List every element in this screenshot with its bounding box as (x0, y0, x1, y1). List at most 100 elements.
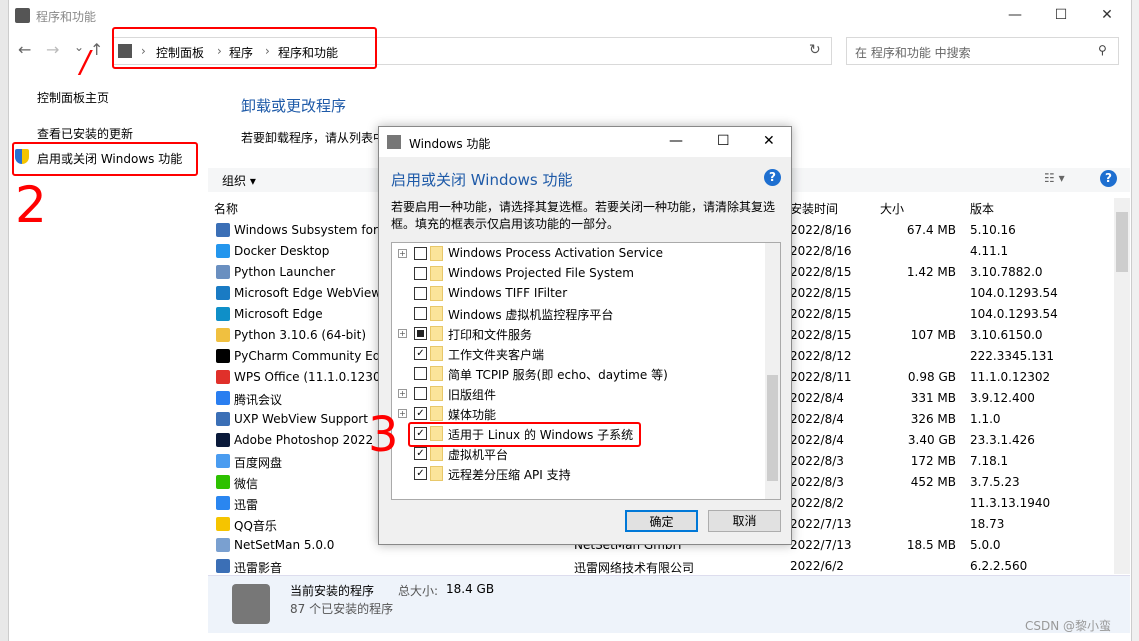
list-scrollbar[interactable] (1114, 198, 1130, 574)
dialog-close-button[interactable]: ✕ (763, 133, 775, 149)
feature-label: Windows Process Activation Service (448, 246, 663, 260)
folder-icon (430, 326, 443, 341)
feature-item[interactable]: + Windows Process Activation Service (392, 244, 762, 264)
folder-icon (430, 386, 443, 401)
app-icon (216, 307, 230, 321)
expand-icon[interactable]: + (398, 249, 407, 258)
app-version: 23.3.1.426 (970, 433, 1035, 447)
close-button[interactable]: ✕ (1084, 0, 1130, 30)
sidebar-item-updates[interactable]: 查看已安装的更新 (37, 125, 133, 142)
app-icon (216, 496, 230, 510)
feature-label: 虚拟机平台 (448, 448, 509, 462)
feature-checkbox[interactable]: ✓ (414, 467, 427, 480)
dialog-minimize-button[interactable]: — (669, 133, 683, 149)
status-bar: 当前安装的程序 总大小: 18.4 GB 87 个已安装的程序 (208, 575, 1130, 633)
watermark: CSDN @黎小蛮 (1025, 619, 1112, 633)
program-count: 87 个已安装的程序 (290, 602, 394, 616)
app-size: 0.98 GB (907, 370, 956, 384)
sidebar-item-home[interactable]: 控制面板主页 (37, 89, 109, 106)
windows-features-dialog: Windows 功能 — ☐ ✕ 启用或关闭 Windows 功能 ? 若要启用… (378, 126, 792, 545)
app-version: 4.11.1 (970, 244, 1009, 258)
dialog-help-icon[interactable]: ? (764, 169, 781, 186)
feature-item[interactable]: Windows Projected File System (392, 264, 762, 284)
features-scrollbar-thumb[interactable] (767, 375, 778, 481)
features-scrollbar[interactable] (765, 243, 780, 499)
feature-label: Windows Projected File System (448, 266, 634, 280)
up-button[interactable]: ↑ (90, 40, 103, 59)
expand-icon[interactable]: + (398, 409, 407, 418)
app-size: 1.42 MB (906, 265, 956, 279)
minimize-button[interactable]: — (992, 0, 1038, 30)
app-name: 迅雷影音 (234, 561, 283, 575)
feature-checkbox[interactable] (414, 307, 427, 320)
feature-checkbox[interactable] (414, 327, 427, 340)
install-date: 2022/7/13 (790, 517, 852, 531)
feature-item[interactable]: + 旧版组件 (392, 384, 762, 404)
help-icon[interactable]: ? (1100, 170, 1117, 187)
feature-item[interactable]: ✓ 工作文件夹客户端 (392, 344, 762, 364)
feature-item[interactable]: Windows TIFF IFilter (392, 284, 762, 304)
folder-icon (430, 346, 443, 361)
folder-icon (430, 446, 443, 461)
install-date: 2022/6/2 (790, 559, 844, 573)
expand-icon[interactable]: + (398, 329, 407, 338)
maximize-button[interactable]: ☐ (1038, 0, 1084, 30)
feature-checkbox[interactable] (414, 287, 427, 300)
app-icon (216, 559, 230, 573)
feature-item[interactable]: ✓ 虚拟机平台 (392, 444, 762, 464)
organize-button[interactable]: 组织 ▾ (222, 172, 256, 189)
status-label: 当前安装的程序 (290, 584, 375, 598)
scrollbar-thumb[interactable] (1116, 212, 1128, 272)
app-size: 67.4 MB (906, 223, 956, 237)
app-version: 104.0.1293.54 (970, 307, 1058, 321)
background-app-strip-right (1132, 0, 1139, 641)
feature-checkbox[interactable]: ✓ (414, 407, 427, 420)
feature-checkbox[interactable]: ✓ (414, 347, 427, 360)
feature-item[interactable]: ✓ 远程差分压缩 API 支持 (392, 464, 762, 484)
column-version[interactable]: 版本 (970, 200, 994, 217)
app-size: 172 MB (910, 454, 956, 468)
app-version: 3.9.12.400 (970, 391, 1035, 405)
column-size[interactable]: 大小 (880, 200, 904, 217)
back-button[interactable]: ← (18, 40, 31, 59)
feature-checkbox[interactable]: ✓ (414, 447, 427, 460)
page-description: 若要卸载程序，请从列表中 (241, 131, 386, 145)
feature-item[interactable]: Windows 虚拟机监控程序平台 (392, 304, 762, 324)
app-size: 18.5 MB (906, 538, 956, 552)
search-input[interactable]: 在 程序和功能 中搜索 (846, 37, 1119, 65)
feature-checkbox[interactable] (414, 247, 427, 260)
app-size: 452 MB (910, 475, 956, 489)
total-size-label: 总大小: (398, 584, 439, 598)
forward-button[interactable]: → (46, 40, 59, 59)
feature-item[interactable]: 简单 TCPIP 服务(即 echo、daytime 等) (392, 364, 762, 384)
app-size: 326 MB (910, 412, 956, 426)
cancel-button[interactable]: 取消 (708, 510, 781, 532)
install-date: 2022/8/15 (790, 328, 852, 342)
ok-button[interactable]: 确定 (625, 510, 698, 532)
app-version: 104.0.1293.54 (970, 286, 1058, 300)
dialog-title: Windows 功能 (409, 137, 491, 151)
app-icon (216, 538, 230, 552)
folder-icon (430, 466, 443, 481)
refresh-button[interactable]: ↻ (809, 42, 821, 58)
expand-icon[interactable]: + (398, 389, 407, 398)
install-date: 2022/8/15 (790, 265, 852, 279)
view-options-icon[interactable]: ☷ ▾ (1044, 171, 1065, 185)
dialog-description: 若要启用一种功能，请选择其复选框。若要关闭一种功能，请清除其复选框。填充的框表示… (391, 200, 776, 231)
install-date: 2022/8/3 (790, 475, 844, 489)
install-date: 2022/8/16 (790, 244, 852, 258)
table-row[interactable]: 迅雷影音 迅雷网络技术有限公司 2022/6/2 6.2.2.560 (208, 556, 1114, 577)
feature-checkbox[interactable] (414, 367, 427, 380)
app-icon (216, 244, 230, 258)
feature-item[interactable]: + ✓ 媒体功能 (392, 404, 762, 424)
app-size: 331 MB (910, 391, 956, 405)
column-name[interactable]: 名称 (214, 200, 238, 217)
search-icon[interactable]: ⚲ (1098, 43, 1107, 57)
app-icon (216, 412, 230, 426)
feature-item[interactable]: + 打印和文件服务 (392, 324, 762, 344)
feature-checkbox[interactable] (414, 267, 427, 280)
background-app-strip (0, 0, 8, 641)
column-install-date[interactable]: 安装时间 (790, 200, 838, 217)
feature-checkbox[interactable] (414, 387, 427, 400)
dialog-maximize-button[interactable]: ☐ (717, 133, 730, 149)
